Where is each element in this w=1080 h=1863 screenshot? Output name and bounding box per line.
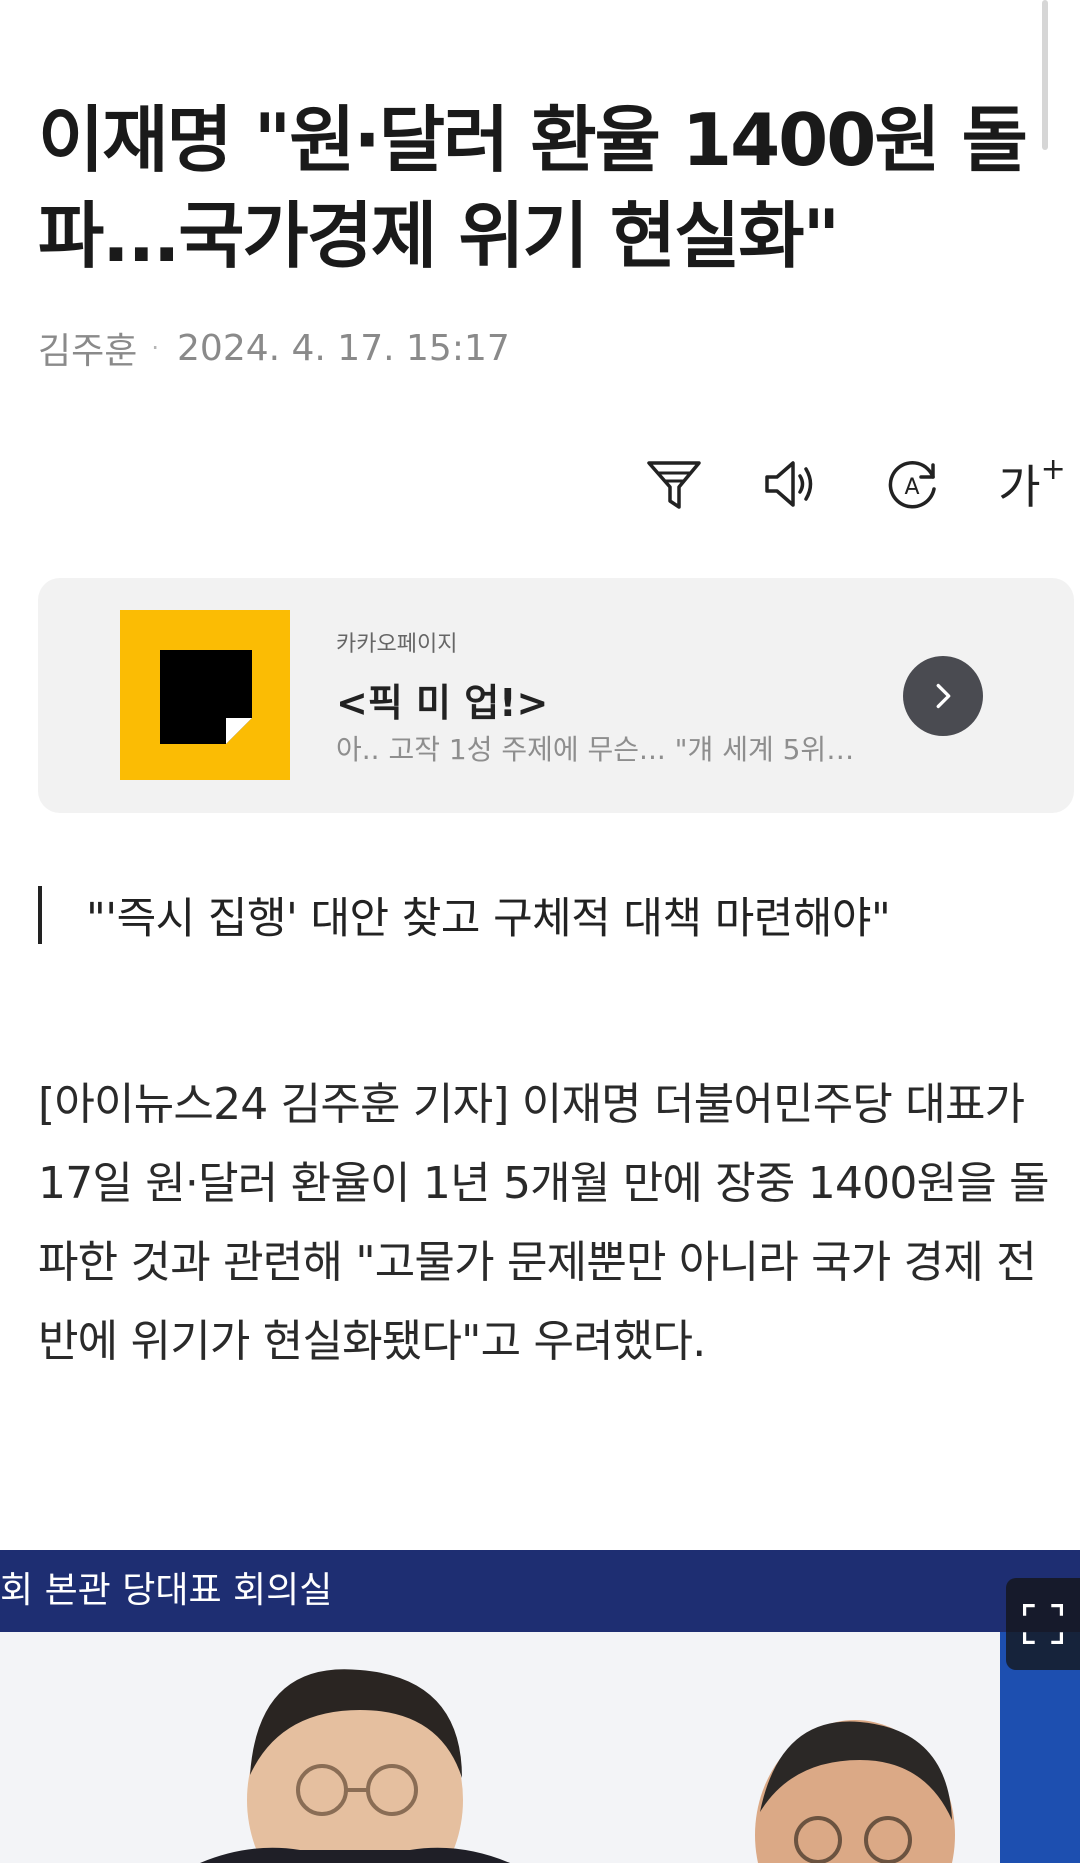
chevron-right-icon — [936, 683, 951, 709]
subheadline-text: "'즉시 집행' 대안 찾고 구체적 대책 마련해야" — [86, 894, 891, 944]
photo-people-illustration — [200, 1669, 955, 1863]
kakaopage-logo-icon — [120, 610, 290, 780]
scrollbar[interactable] — [1042, 0, 1048, 150]
quote-bar — [38, 886, 42, 944]
promo-source: 카카오페이지 — [336, 632, 458, 657]
promo-next-button[interactable] — [903, 656, 983, 736]
filter-icon — [647, 461, 701, 509]
font-size-icon: 가+ — [998, 451, 1066, 514]
article-subheadline: "'즉시 집행' 대안 찾고 구체적 대책 마련해야" — [38, 885, 891, 945]
author-name[interactable]: 김주훈 — [38, 322, 137, 374]
read-aloud-button[interactable] — [754, 448, 826, 520]
byline-separator: · — [151, 334, 160, 362]
article-photo[interactable]: 회 본관 당대표 회의실 — [0, 1550, 1080, 1863]
translate-icon: A — [888, 461, 936, 509]
promo-description: 아.. 고작 1성 주제에 무슨... "걔 세계 5위… — [336, 733, 855, 766]
publish-datetime: 2024. 4. 17. 15:17 — [177, 327, 510, 369]
promo-card[interactable]: 카카오페이지 <픽 미 업!> 아.. 고작 1성 주제에 무슨... "걔 세… — [38, 578, 1074, 813]
article-body: [아이뉴스24 김주훈 기자] 이재명 더불어민주당 대표가 17일 원·달러 … — [38, 1079, 1050, 1367]
article-headline: 이재명 "원·달러 환율 1400원 돌파...국가경제 위기 현실화" — [38, 98, 1028, 278]
expand-photo-button[interactable] — [1006, 1578, 1080, 1670]
font-size-button[interactable]: 가+ — [996, 448, 1068, 520]
byline: 김주훈 · 2024. 4. 17. 15:17 — [38, 322, 510, 374]
speaker-icon — [765, 461, 813, 507]
expand-icon — [1022, 1603, 1064, 1645]
svg-text:A: A — [904, 475, 919, 500]
promo-title: <픽 미 업!> — [336, 681, 549, 725]
filter-button[interactable] — [638, 448, 710, 520]
translate-button[interactable]: A — [876, 448, 948, 520]
